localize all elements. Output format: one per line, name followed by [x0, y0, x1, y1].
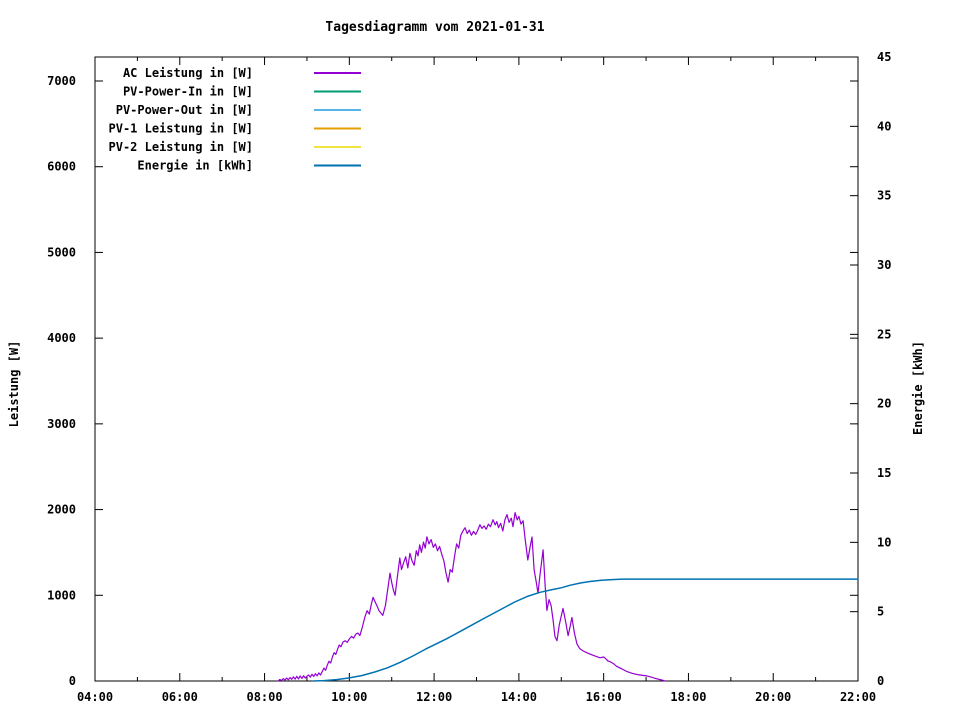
x-tick-label: 10:00 [331, 690, 367, 704]
x-tick-label: 08:00 [246, 690, 282, 704]
y-left-tick-label: 2000 [47, 503, 76, 517]
x-tick-label: 22:00 [840, 690, 876, 704]
legend-label: AC Leistung in [W] [123, 66, 253, 80]
y-right-tick-label: 25 [877, 327, 891, 341]
y-right-tick-label: 45 [877, 50, 891, 64]
y-left-tick-label: 5000 [47, 245, 76, 259]
y-left-tick-label: 7000 [47, 74, 76, 88]
legend-label: Energie in [kWh] [137, 159, 253, 173]
y-left-tick-label: 6000 [47, 160, 76, 174]
chart-title: Tagesdiagramm vom 2021-01-31 [325, 20, 544, 35]
y-left-tick-label: 4000 [47, 331, 76, 345]
x-tick-label: 04:00 [77, 690, 113, 704]
legend-label: PV-Power-Out in [W] [116, 103, 253, 117]
y-right-tick-label: 15 [877, 466, 891, 480]
y-left-tick-label: 3000 [47, 417, 76, 431]
y-right-tick-label: 20 [877, 397, 891, 411]
x-tick-label: 14:00 [501, 690, 537, 704]
y-right-tick-label: 5 [877, 605, 884, 619]
y-left-tick-label: 0 [69, 674, 76, 688]
y-left-tick-label: 1000 [47, 588, 76, 602]
x-tick-label: 06:00 [162, 690, 198, 704]
legend-label: PV-1 Leistung in [W] [109, 122, 254, 136]
x-tick-label: 20:00 [755, 690, 791, 704]
y-right-tick-label: 40 [877, 119, 891, 133]
y-right-tick-label: 10 [877, 535, 891, 549]
y-left-axis-label: Leistung [W] [7, 341, 21, 428]
y-right-axis-label: Energie [kWh] [911, 341, 925, 435]
legend-label: PV-Power-In in [W] [123, 85, 253, 99]
x-tick-label: 12:00 [416, 690, 452, 704]
y-right-tick-label: 0 [877, 674, 884, 688]
legend-label: PV-2 Leistung in [W] [109, 140, 254, 154]
y-right-tick-label: 30 [877, 258, 891, 272]
x-tick-label: 18:00 [670, 690, 706, 704]
y-right-tick-label: 35 [877, 189, 891, 203]
chart-page: 04:00 06:00 08:00 10:00 12:00 14:00 16:00 18:00… [0, 0, 960, 720]
chart-canvas: 04:00 06:00 08:00 10:00 12:00 14:00 16:00 18:00… [0, 0, 960, 720]
x-tick-label: 16:00 [586, 690, 622, 704]
